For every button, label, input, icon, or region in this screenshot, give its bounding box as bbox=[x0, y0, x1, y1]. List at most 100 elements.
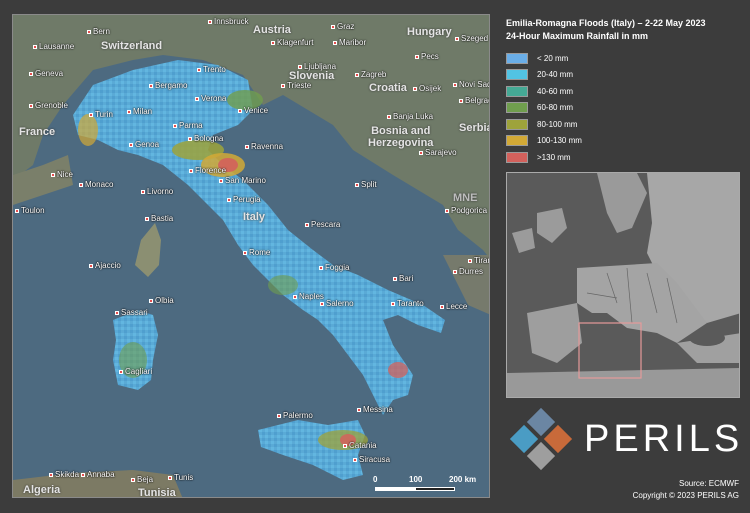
city-toulon: Toulon bbox=[15, 207, 45, 215]
city-innsbruck: Innsbruck bbox=[208, 18, 249, 26]
city-graz: Graz bbox=[331, 23, 354, 31]
city-parma: Parma bbox=[173, 122, 203, 130]
legend-swatch bbox=[506, 69, 528, 81]
country-switzerland: Switzerland bbox=[101, 40, 163, 52]
legend-swatch bbox=[506, 135, 528, 147]
perils-logo-mark-icon bbox=[509, 407, 573, 471]
city-venice: Venice bbox=[238, 107, 268, 115]
source-note: Source: ECMWF bbox=[678, 479, 739, 488]
city-trento: Trento bbox=[197, 66, 226, 74]
city-podgorica: Podgorica bbox=[445, 207, 487, 215]
city-bastia: Bastia bbox=[145, 215, 173, 223]
legend-swatch bbox=[506, 102, 528, 114]
city-klagenfurt: Klagenfurt bbox=[271, 39, 313, 47]
city-florence: Florence bbox=[189, 167, 226, 175]
city-lecce: Lecce bbox=[440, 303, 467, 311]
legend-label: 20-40 mm bbox=[537, 70, 574, 80]
city-geneva: Geneva bbox=[29, 70, 63, 78]
map-subtitle: 24-Hour Maximum Rainfall in mm bbox=[506, 31, 649, 41]
city-lausanne: Lausanne bbox=[33, 43, 74, 51]
legend-swatch bbox=[506, 118, 528, 130]
city-nice: Nice bbox=[51, 171, 73, 179]
city-bari: Bari bbox=[393, 275, 413, 283]
city-trieste: Trieste bbox=[281, 82, 311, 90]
city-pecs: Pecs bbox=[415, 53, 439, 61]
country-austria: Austria bbox=[253, 24, 291, 36]
locator-graphic bbox=[507, 173, 739, 397]
legend-item: 100-130 mm bbox=[506, 133, 606, 150]
city-foggia: Foggia bbox=[319, 264, 349, 272]
legend-item: 80-100 mm bbox=[506, 116, 606, 133]
rainfall-map[interactable]: Austria Hungary Switzerland Slovenia Cro… bbox=[12, 14, 490, 498]
city-sassari: Sassari bbox=[115, 309, 148, 317]
city-beja: Beja bbox=[131, 476, 153, 484]
city-tirana: Tirana bbox=[468, 257, 489, 265]
city-cagliari: Cagliari bbox=[119, 368, 152, 376]
city-monaco: Monaco bbox=[79, 181, 113, 189]
legend-label: 60-80 mm bbox=[537, 103, 574, 113]
country-algeria: Algeria bbox=[23, 484, 61, 496]
city-ljubljana: Ljubljana bbox=[298, 63, 336, 71]
city-pescara: Pescara bbox=[305, 221, 340, 229]
legend-item: >130 mm bbox=[506, 149, 606, 166]
city-grenoble: Grenoble bbox=[29, 102, 68, 110]
city-split: Split bbox=[355, 181, 377, 189]
country-serbia: Serbia bbox=[459, 122, 490, 134]
city-tunis: Tunis bbox=[168, 474, 193, 482]
legend-item: 60-80 mm bbox=[506, 100, 606, 117]
city-san-marino: San Marino bbox=[219, 177, 266, 185]
city-taranto: Taranto bbox=[391, 300, 424, 308]
country-tunisia: Tunisia bbox=[138, 487, 176, 498]
country-croatia: Croatia bbox=[369, 82, 407, 94]
country-hungary: Hungary bbox=[407, 26, 452, 38]
scale-segment-2 bbox=[415, 487, 455, 491]
legend-item: < 20 mm bbox=[506, 50, 606, 67]
scale-label-0: 0 bbox=[373, 475, 378, 484]
legend-label: 100-130 mm bbox=[537, 136, 582, 146]
legend-item: 20-40 mm bbox=[506, 67, 606, 84]
city-belgrade: Belgrade bbox=[459, 97, 489, 105]
legend-swatch bbox=[506, 151, 528, 163]
city-zagreb: Zagreb bbox=[355, 71, 386, 79]
scale-segment-1 bbox=[375, 487, 415, 491]
city-maribor: Maribor bbox=[333, 39, 366, 47]
city-szeged: Szeged bbox=[455, 35, 488, 43]
city-bologna: Bologna bbox=[188, 135, 223, 143]
perils-logo-text: PERILS bbox=[584, 418, 744, 460]
city-bern: Bern bbox=[87, 28, 110, 36]
legend-label: 80-100 mm bbox=[537, 119, 578, 129]
scale-label-200: 200 km bbox=[449, 475, 477, 484]
europe-locator-map bbox=[506, 172, 740, 398]
city-osijek: Osijek bbox=[413, 85, 441, 93]
country-france: France bbox=[19, 126, 56, 138]
city-olbia: Olbia bbox=[149, 297, 174, 305]
city-bergamo: Bergamo bbox=[149, 82, 187, 90]
city-skikda: Skikda bbox=[49, 471, 79, 479]
country-italy: Italy bbox=[243, 211, 266, 223]
city-turin: Turin bbox=[89, 111, 113, 119]
city-catania: Catania bbox=[343, 442, 377, 450]
city-verona: Verona bbox=[195, 95, 226, 103]
legend-label: 40-60 mm bbox=[537, 86, 574, 96]
city-rome: Rome bbox=[243, 249, 270, 257]
city-milan: Milan bbox=[127, 108, 152, 116]
city-livorno: Livorno bbox=[141, 188, 173, 196]
scale-label-100: 100 bbox=[409, 475, 423, 484]
scale-bar: 0 100 200 km bbox=[373, 475, 483, 495]
copyright-note: Copyright © 2023 PERILS AG bbox=[632, 491, 739, 500]
legend-swatch bbox=[506, 52, 528, 64]
rainfall-legend: < 20 mm 20-40 mm 40-60 mm 60-80 mm 80-100 mm… bbox=[506, 50, 606, 166]
legend-label: < 20 mm bbox=[537, 53, 569, 63]
legend-item: 40-60 mm bbox=[506, 83, 606, 100]
legend-label: >130 mm bbox=[537, 152, 571, 162]
city-novi-sad: Novi Sad bbox=[453, 81, 489, 89]
legend-swatch bbox=[506, 85, 528, 97]
city-sarajevo: Sarajevo bbox=[419, 149, 457, 157]
city-perugia: Perugia bbox=[227, 196, 261, 204]
country-bosnia: Bosnia and Herzegovina bbox=[368, 125, 434, 149]
perils-logo: PERILS bbox=[506, 407, 740, 471]
country-montenegro: MNE bbox=[453, 192, 478, 204]
city-salerno: Salerno bbox=[320, 300, 354, 308]
city-annaba: Annaba bbox=[81, 471, 115, 479]
city-palermo: Palermo bbox=[277, 412, 313, 420]
